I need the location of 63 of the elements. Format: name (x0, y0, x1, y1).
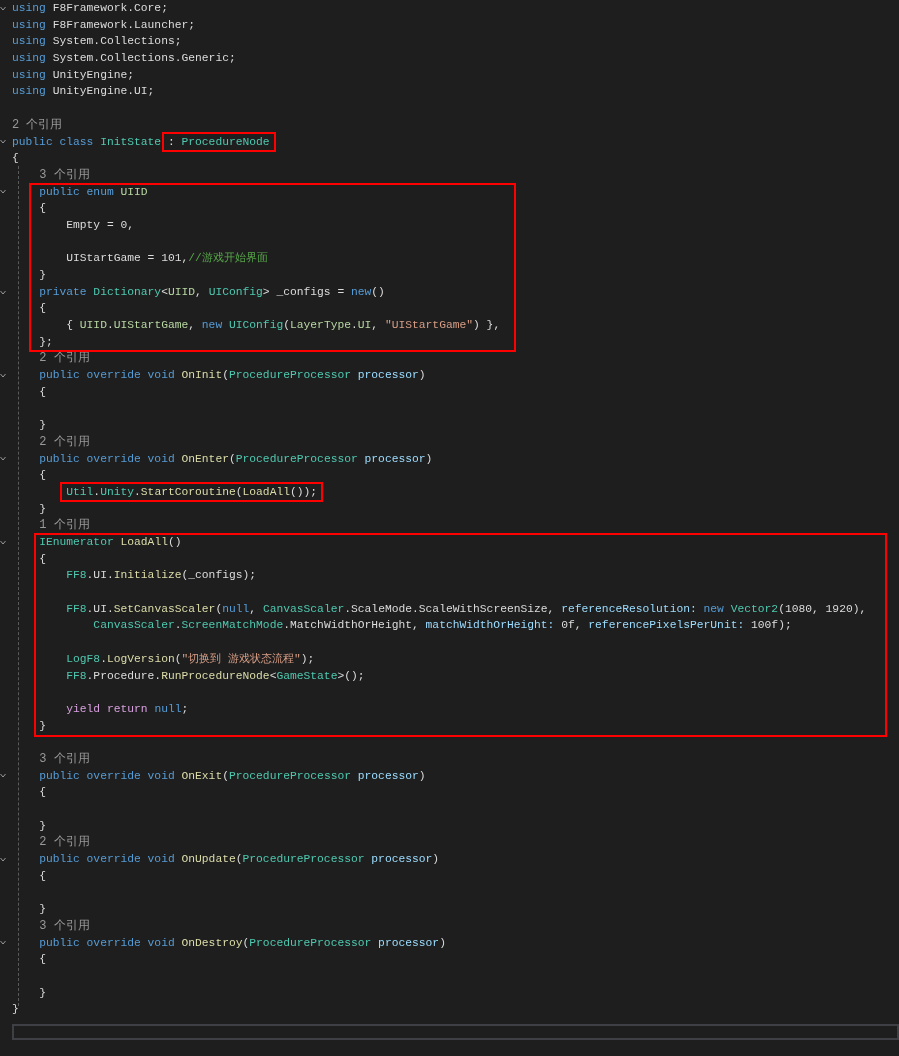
reference-count-link[interactable]: 2 个引用 (39, 835, 90, 850)
code-text: { (39, 302, 46, 315)
reference-count-link[interactable]: 3 个引用 (39, 167, 90, 182)
fold-chevron-icon[interactable] (0, 856, 6, 862)
code-text: UIStartGame = 101,//游戏开始界面 (66, 252, 268, 265)
code-text: using UnityEngine.UI; (12, 85, 155, 98)
code-text: using F8Framework.Launcher; (12, 18, 196, 31)
code-text: yield return null; (66, 702, 189, 715)
code-text: { (39, 385, 46, 398)
reference-count-link[interactable]: 3 个引用 (39, 918, 90, 933)
code-text: } (39, 502, 46, 515)
code-text: Empty = 0, (66, 218, 135, 231)
code-text: using System.Collections; (12, 35, 182, 48)
code-text: LogF8.LogVersion("切换到 游戏状态流程"); (66, 652, 315, 665)
code-text: CanvasScaler.ScreenMatchMode.MatchWidthOrHeight, matchWidthOrHeight: 0f, referencePixelsPerUnit: 100f); (93, 619, 792, 632)
code-text: private Dictionary<UIID, UIConfig> _configs = new() (39, 285, 385, 298)
code-text: Util.Unity.StartCoroutine(LoadAll()); (66, 485, 318, 498)
code-text: IEnumerator LoadAll() (39, 536, 182, 548)
fold-chevron-icon[interactable] (0, 773, 6, 779)
fold-chevron-icon[interactable] (0, 289, 6, 295)
reference-count-link[interactable]: 1 个引用 (39, 518, 90, 533)
code-text: { UIID.UIStartGame, new UIConfig(LayerType.UI, "UIStartGame") }, (66, 319, 501, 332)
reference-count-link[interactable]: 2 个引用 (12, 117, 63, 132)
code-text: { (12, 152, 19, 165)
code-text: { (39, 552, 46, 565)
code-text: FF8.UI.SetCanvasScaler(null, CanvasScaler.ScaleMode.ScaleWithScreenSize, referenceResolution: new Vector2(1080, 1920), (66, 602, 867, 615)
code-text: { (39, 869, 46, 882)
code-text: { (39, 469, 46, 482)
code-text: public override void OnUpdate(ProcedureProcessor processor) (39, 853, 440, 866)
fold-chevron-icon[interactable] (0, 539, 6, 545)
code-text: { (39, 786, 46, 799)
code-text: { (39, 202, 46, 215)
code-text: public override void OnExit(ProcedureProcessor processor) (39, 769, 426, 782)
reference-count-link[interactable]: 3 个引用 (39, 751, 90, 766)
code-text: } (39, 903, 46, 916)
code-text: } (39, 819, 46, 832)
code-text: }; (39, 335, 53, 348)
fold-chevron-icon[interactable] (0, 372, 6, 378)
fold-chevron-icon[interactable] (0, 189, 6, 195)
code-text: } (39, 719, 46, 732)
code-text: public override void OnEnter(ProcedureProcessor processor) (39, 452, 433, 465)
code-text: public override void OnDestroy(ProcedureProcessor processor) (39, 936, 446, 949)
horizontal-scrollbar[interactable] (12, 1023, 899, 1040)
code-text: public enum UIID (39, 185, 148, 198)
reference-count-link[interactable]: 2 个引用 (39, 434, 90, 449)
code-text: FF8.UI.Initialize(_configs); (66, 569, 257, 582)
code-text: FF8.Procedure.RunProcedureNode<GameState>(); (66, 669, 365, 682)
code-text: : ProcedureNode (167, 135, 270, 148)
code-text: { (39, 953, 46, 966)
reference-count-link[interactable]: 2 个引用 (39, 351, 90, 366)
fold-chevron-icon[interactable] (0, 940, 6, 946)
code-text: using F8Framework.Core; (12, 2, 168, 14)
code-text: } (39, 419, 46, 432)
code-text: } (39, 986, 46, 999)
code-text: } (39, 269, 46, 281)
fold-chevron-icon[interactable] (0, 139, 6, 145)
code-text: using UnityEngine; (12, 68, 135, 81)
fold-chevron-icon[interactable] (0, 5, 6, 11)
code-text: public override void OnInit(ProcedureProcessor processor) (39, 369, 426, 382)
code-text: using System.Collections.Generic; (12, 52, 236, 65)
code-text: } (12, 1003, 19, 1016)
fold-chevron-icon[interactable] (0, 456, 6, 462)
code-text: public class InitState (12, 135, 163, 148)
